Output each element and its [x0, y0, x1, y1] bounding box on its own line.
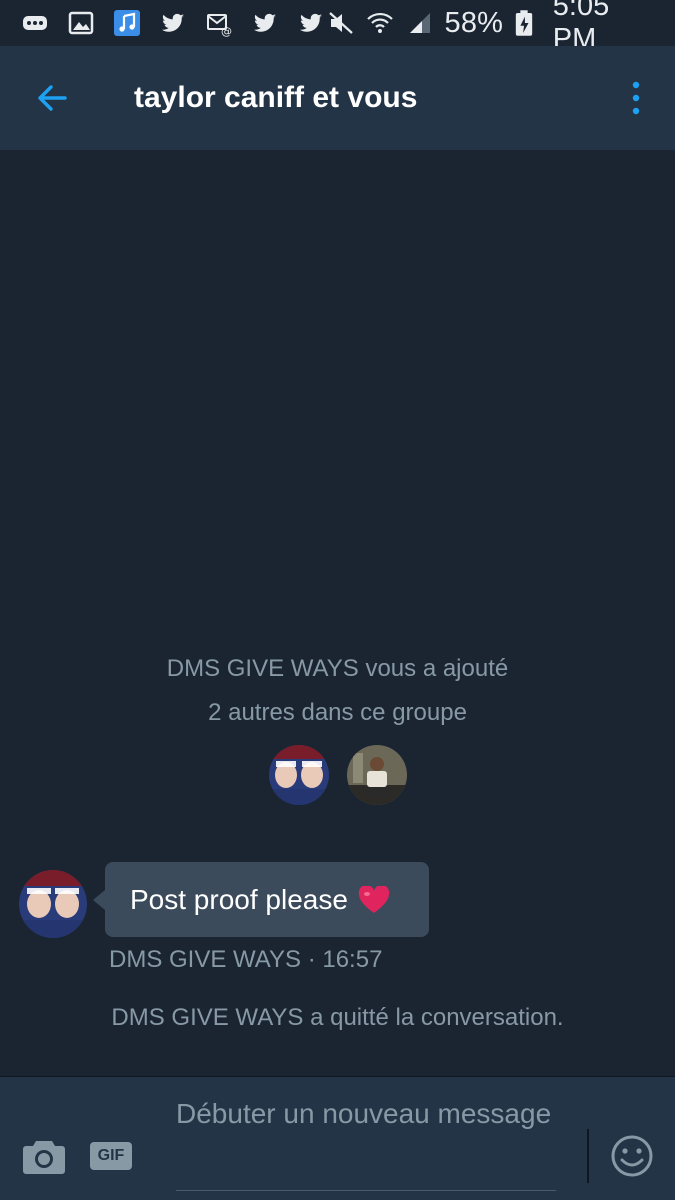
- camera-button[interactable]: [22, 1137, 66, 1175]
- emoji-icon: [611, 1135, 653, 1177]
- composer-divider: [587, 1129, 589, 1183]
- overflow-menu-button[interactable]: [621, 68, 651, 128]
- message-meta: DMS GIVE WAYS · 16:57: [109, 946, 383, 973]
- message-composer: GIF Débuter un nouveau message: [0, 1076, 675, 1200]
- email-icon: @: [204, 8, 234, 38]
- music-icon: [112, 8, 142, 38]
- back-button[interactable]: [22, 68, 82, 128]
- avatar[interactable]: [346, 745, 407, 805]
- message-input[interactable]: Débuter un nouveau message: [176, 1093, 556, 1191]
- conversation-header: taylor caniff et vous: [0, 46, 675, 150]
- group-added-notice: DMS GIVE WAYS vous a ajouté: [166, 655, 509, 682]
- emoji-button[interactable]: [610, 1134, 654, 1178]
- battery-charging-icon: [513, 8, 535, 38]
- group-added-notice-detail: 2 autres dans ce groupe: [208, 699, 467, 726]
- gif-button[interactable]: GIF: [90, 1142, 132, 1170]
- heart-emoji: [358, 885, 390, 914]
- more-vertical-icon: [632, 81, 640, 115]
- back-arrow-icon: [38, 85, 67, 111]
- camera-icon: [23, 1141, 65, 1174]
- signal-icon: [405, 8, 435, 38]
- twitter-icon: [296, 8, 326, 38]
- left-conversation-notice: DMS GIVE WAYS a quitté la conversation.: [111, 1004, 564, 1031]
- conversation-title: taylor caniff et vous: [134, 81, 418, 114]
- message-text: Post proof please: [130, 883, 348, 915]
- gallery-icon: [66, 8, 96, 38]
- svg-text:@: @: [221, 25, 232, 37]
- status-bar: @ 58% 5:05 PM: [0, 0, 675, 55]
- twitter-icon: [158, 8, 188, 38]
- avatar[interactable]: [268, 745, 329, 805]
- mute-icon: [326, 8, 356, 38]
- wifi-icon: [366, 8, 396, 38]
- more-icon: [20, 8, 50, 38]
- battery-percent: 58%: [444, 6, 504, 39]
- sender-avatar[interactable]: [19, 870, 87, 938]
- message-bubble[interactable]: Post proof please: [93, 862, 429, 937]
- group-members: [0, 745, 675, 805]
- twitter-icon: [250, 8, 280, 38]
